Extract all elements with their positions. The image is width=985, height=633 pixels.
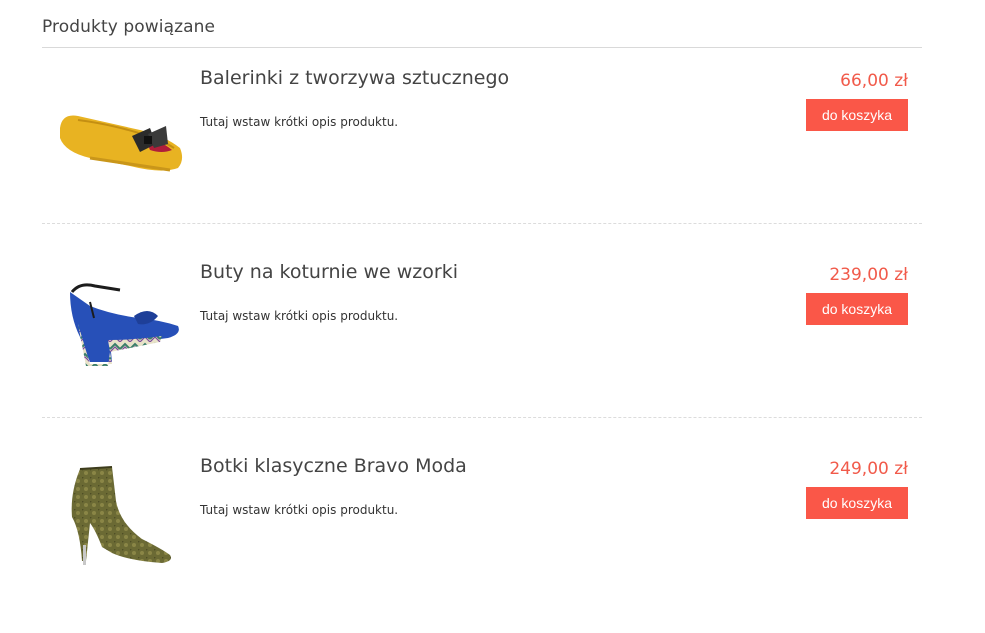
product-name[interactable]: Buty na koturnie we wzorki bbox=[200, 261, 458, 283]
product-name[interactable]: Balerinki z tworzywa sztucznego bbox=[200, 67, 509, 89]
product-image-ballerina[interactable] bbox=[50, 78, 190, 188]
product-image-wedge-sandal[interactable] bbox=[50, 262, 190, 372]
product-description: Tutaj wstaw krótki opis produktu. bbox=[200, 309, 399, 323]
product-price: 239,00 zł bbox=[829, 265, 908, 285]
product-item: Balerinki z tworzywa sztucznego Tutaj ws… bbox=[42, 48, 922, 224]
product-description: Tutaj wstaw krótki opis produktu. bbox=[200, 503, 399, 517]
product-item: Buty na koturnie we wzorki Tutaj wstaw k… bbox=[42, 242, 922, 418]
product-price: 66,00 zł bbox=[840, 71, 908, 91]
product-item: Botki klasyczne Bravo Moda Tutaj wstaw k… bbox=[42, 436, 922, 611]
product-price: 249,00 zł bbox=[829, 459, 908, 479]
product-description: Tutaj wstaw krótki opis produktu. bbox=[200, 115, 399, 129]
section-title: Produkty powiązane bbox=[42, 17, 216, 37]
add-to-cart-button[interactable]: do koszyka bbox=[806, 293, 908, 325]
product-name[interactable]: Botki klasyczne Bravo Moda bbox=[200, 455, 467, 477]
add-to-cart-button[interactable]: do koszyka bbox=[806, 99, 908, 131]
add-to-cart-button[interactable]: do koszyka bbox=[806, 487, 908, 519]
product-image-ankle-boot[interactable] bbox=[50, 461, 190, 571]
